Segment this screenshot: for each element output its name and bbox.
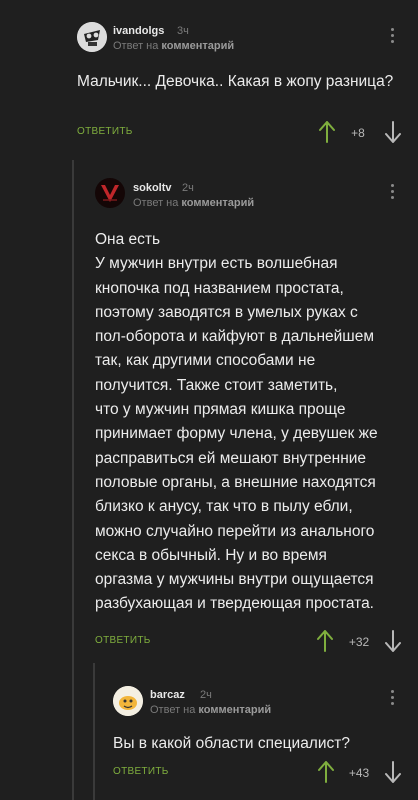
upvote-arrow-icon[interactable] [319,121,335,143]
more-options-icon[interactable] [389,184,395,202]
reply-to-info: Ответ на комментарий [113,40,234,52]
comment-time: 2ч [182,182,194,194]
more-options-icon[interactable] [389,28,395,46]
reply-button[interactable]: ОТВЕТИТЬ [95,635,151,646]
more-options-icon[interactable] [389,690,395,708]
comment-author[interactable]: ivandolgs [113,25,164,37]
comment-1: ivandolgs 3ч Ответ на комментарий Мальчи… [0,0,418,160]
rating-count: +8 [351,126,365,140]
red-v-avatar-icon[interactable] [95,178,125,208]
reply-target-link[interactable]: комментарий [198,704,271,716]
comment-time: 2ч [200,689,212,701]
comment-2: sokoltv 2ч Ответ на комментарий Она есть… [0,160,418,660]
comment-text: Она есть У мужчин внутри есть волшебная … [95,231,378,613]
reply-prefix: Ответ на [113,40,159,52]
comment-text: Вы в какой области специалист? [113,735,350,752]
downvote-arrow-icon[interactable] [385,630,401,652]
reply-button[interactable]: ОТВЕТИТЬ [113,766,169,777]
comment-time: 3ч [177,25,189,37]
rating-count: +43 [348,766,370,780]
cartoon-avatar-icon[interactable] [113,686,143,716]
comment-3: barcaz 2ч Ответ на комментарий Вы в како… [0,670,418,800]
comment-text: Мальчик... Девочка.. Какая в жопу разниц… [77,73,394,90]
reply-to-info: Ответ на комментарий [150,704,271,716]
rating-count: +32 [348,635,370,649]
upvote-arrow-icon[interactable] [318,761,334,783]
reply-prefix: Ответ на [133,197,179,209]
reply-button[interactable]: ОТВЕТИТЬ [77,126,133,137]
reply-prefix: Ответ на [150,704,196,716]
reply-target-link[interactable]: комментарий [181,197,254,209]
downvote-arrow-icon[interactable] [385,121,401,143]
comment-author[interactable]: sokoltv [133,182,172,194]
reply-to-info: Ответ на комментарий [133,197,254,209]
downvote-arrow-icon[interactable] [385,761,401,783]
reply-target-link[interactable]: комментарий [161,40,234,52]
comment-author[interactable]: barcaz [150,689,185,701]
upvote-arrow-icon[interactable] [317,630,333,652]
skull-avatar-icon[interactable] [77,22,107,52]
